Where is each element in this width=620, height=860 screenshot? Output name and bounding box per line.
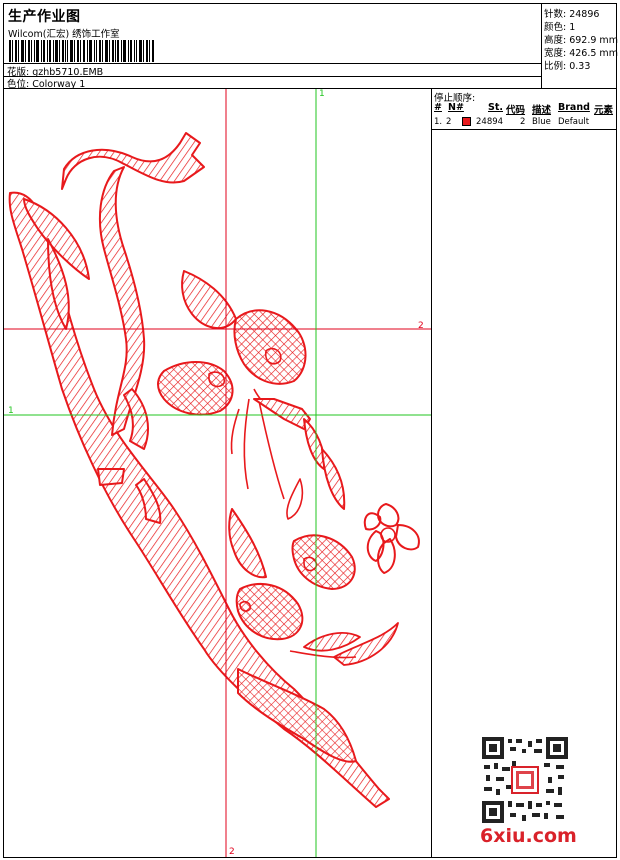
row-needle: 2 [446, 117, 452, 127]
column-header: # [434, 102, 442, 113]
column-header: 描述 [532, 105, 552, 116]
row-code: 2 [520, 117, 526, 127]
column-header: St. [488, 102, 503, 113]
guide-label-bottom: 2 [229, 847, 235, 857]
guide-label-top: 1 [319, 89, 325, 99]
row-description: Blue [532, 117, 551, 127]
guide-label-left: 1 [8, 406, 14, 416]
column-header: Brand [558, 102, 590, 113]
design-scale: 比例: 0.33 [544, 61, 591, 72]
color-count: 颜色: 1 [544, 22, 576, 33]
stitch-count: 针数: 24896 [544, 9, 600, 20]
stats-panel: 针数: 24896 颜色: 1 高度: 692.9 mm 宽度: 426.5 m… [542, 4, 618, 88]
row-index: 1. [434, 117, 443, 127]
design-width: 宽度: 426.5 mm [544, 48, 618, 59]
barcode [9, 40, 154, 62]
design-height: 高度: 692.9 mm [544, 35, 618, 46]
column-header: N# [448, 102, 464, 113]
watermark-brand: 6xiu.com [480, 825, 577, 847]
page-title: 生产作业图 [8, 9, 81, 25]
column-header: 元素 [594, 105, 614, 116]
software-label: Wilcom(汇宏) 绣饰工作室 [8, 29, 120, 40]
column-header: 代码 [506, 105, 526, 116]
header-info: 生产作业图 Wilcom(汇宏) 绣饰工作室 花版: gzhb5710.EMB … [4, 4, 542, 90]
qr-code [482, 737, 568, 823]
row-stitches: 24894 [476, 117, 504, 127]
guide-label-right: 2 [418, 321, 424, 331]
color-swatch [462, 117, 471, 126]
row-brand: Default [558, 117, 590, 127]
divider [432, 129, 616, 130]
main-panel: 1 2 1 2 停止顺序: # N# St. 代码 描述 Brand 元素 1.… [3, 88, 617, 858]
design-preview: 1 2 1 2 [4, 89, 432, 857]
embroidery-artwork [4, 89, 431, 857]
header-panel: 生产作业图 Wilcom(汇宏) 绣饰工作室 花版: gzhb5710.EMB … [3, 3, 618, 90]
stop-sequence-panel: 停止顺序: # N# St. 代码 描述 Brand 元素 1. 2 24894… [432, 89, 616, 857]
